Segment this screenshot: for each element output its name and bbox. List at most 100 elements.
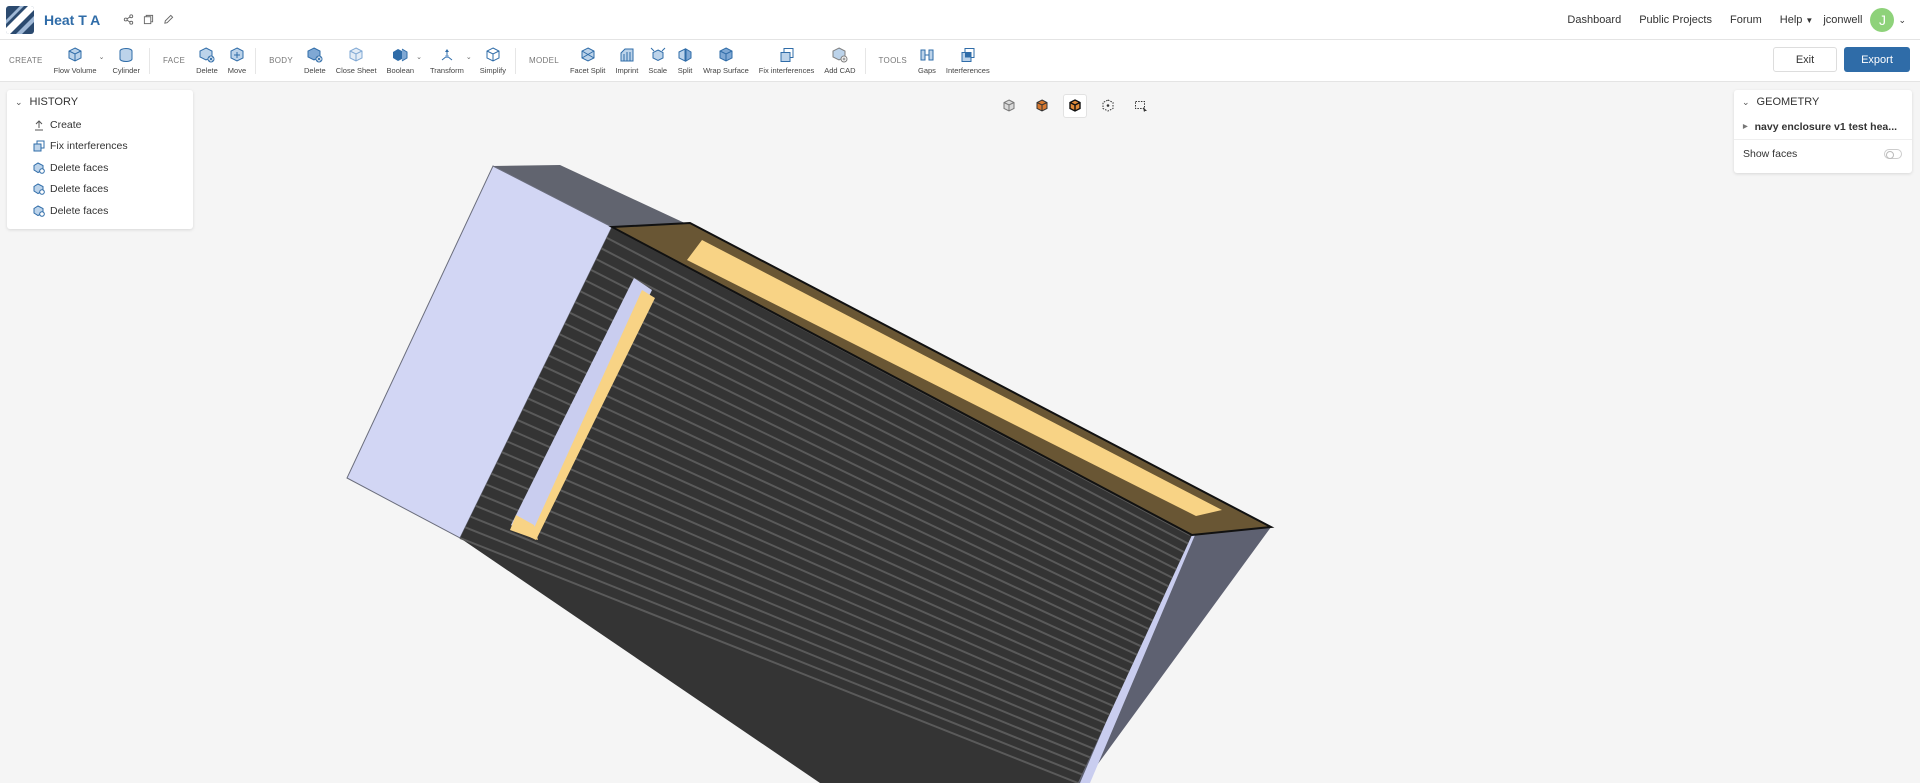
user-menu-chevron-icon[interactable]: ⌄ (1898, 15, 1906, 26)
solid-edges-cube-icon (1069, 99, 1081, 112)
add-cad-label: Add CAD (824, 65, 856, 75)
fix-interferences-label: Fix interferences (758, 65, 815, 75)
delete-faces-icon (33, 205, 45, 217)
fix-interferences-button[interactable]: Fix interferences (754, 47, 819, 75)
cylinder-label: Cylinder (112, 65, 140, 75)
3d-viewport[interactable] (0, 82, 1920, 783)
exit-button[interactable]: Exit (1773, 47, 1837, 72)
split-button[interactable]: Split (672, 47, 698, 75)
gaps-icon (920, 49, 934, 60)
history-item-delete-faces[interactable]: Delete faces (7, 200, 193, 222)
split-label: Split (677, 65, 693, 75)
fix-interferences-icon (780, 47, 794, 62)
wrap-surface-label: Wrap Surface (703, 65, 749, 75)
transform-icon (441, 48, 453, 60)
boolean-dropdown-icon[interactable]: ⌄ (416, 53, 422, 61)
facet-split-button[interactable]: Facet Split (565, 46, 610, 75)
wrap-surface-button[interactable]: Wrap Surface (698, 46, 754, 75)
chevron-down-icon: ▼ (1805, 15, 1814, 25)
face-delete-label: Delete (196, 65, 218, 75)
toolbar-divider (148, 47, 150, 74)
transform-label: Transform (429, 65, 464, 75)
gaps-label: Gaps (917, 65, 936, 75)
geometry-item[interactable]: ▶ navy enclosure v1 test hea... (1734, 114, 1912, 140)
simplify-label: Simplify (479, 65, 506, 75)
boolean-icon (393, 48, 408, 61)
history-item-label: Delete faces (50, 183, 109, 196)
face-move-button[interactable]: Move (223, 46, 251, 75)
cylinder-button[interactable]: Cylinder (107, 47, 145, 75)
history-item-delete-faces[interactable]: Delete faces (7, 157, 193, 179)
imprint-label: Imprint (615, 65, 639, 75)
geometry-title: GEOMETRY (1756, 96, 1820, 108)
box-select-button[interactable] (1129, 94, 1153, 118)
cylinder-icon (119, 47, 133, 62)
close-sheet-button[interactable]: Close Sheet (331, 46, 382, 75)
split-icon (678, 47, 692, 62)
transform-button[interactable]: Transform (425, 47, 469, 75)
face-delete-button[interactable]: Delete (191, 46, 223, 75)
top-bar: Heat T A Dashboard Public Projects Forum… (0, 0, 1920, 40)
delete-faces-icon (33, 183, 45, 196)
interferences-button[interactable]: Interferences (941, 47, 995, 75)
flow-volume-icon (68, 46, 82, 62)
imprint-button[interactable]: Imprint (610, 47, 643, 75)
geometry-item-label: navy enclosure v1 test hea... (1754, 120, 1898, 133)
history-item-label: Delete faces (50, 161, 109, 174)
history-item-label: Delete faces (50, 204, 109, 217)
simplify-button[interactable]: Simplify (475, 46, 511, 75)
edit-pencil-icon[interactable] (162, 14, 174, 26)
export-button[interactable]: Export (1844, 47, 1910, 72)
caret-right-icon[interactable]: ▶ (1743, 123, 1748, 130)
app-logo[interactable] (6, 5, 34, 34)
body-delete-button[interactable]: Delete (299, 46, 331, 75)
cad-model-render[interactable] (0, 82, 1920, 783)
close-sheet-icon (349, 46, 363, 62)
view-cube-icon (1003, 99, 1015, 112)
show-faces-toggle[interactable] (1884, 149, 1902, 159)
toolbar-divider (255, 47, 257, 74)
solid-view-button[interactable] (1030, 94, 1054, 118)
flow-volume-label: Flow Volume (53, 65, 97, 75)
face-delete-icon (199, 46, 215, 62)
upload-icon (33, 119, 45, 131)
gaps-button[interactable]: Gaps (913, 47, 941, 75)
history-item-delete-faces[interactable]: Delete faces (7, 179, 193, 201)
geometry-panel: ⌄ GEOMETRY ▶ navy enclosure v1 test hea.… (1734, 90, 1912, 173)
facet-split-label: Facet Split (569, 65, 606, 75)
interferences-label: Interferences (945, 65, 990, 75)
history-title: HISTORY (29, 96, 79, 108)
boolean-button[interactable]: Boolean (382, 47, 420, 75)
user-name[interactable]: jconwell (1823, 14, 1862, 26)
imprint-icon (620, 48, 634, 61)
geometry-header[interactable]: ⌄ GEOMETRY (1734, 90, 1912, 114)
transform-dropdown-icon[interactable]: ⌄ (466, 53, 472, 61)
flow-volume-button[interactable]: Flow Volume (49, 46, 102, 75)
group-label-tools: TOOLS (878, 56, 907, 65)
add-cad-button[interactable]: Add CAD (819, 46, 860, 75)
copy-icon[interactable] (142, 14, 154, 26)
solid-edges-view-button[interactable] (1063, 94, 1087, 118)
toolbar: CREATE Flow Volume ⌄ Cylinder FACE Delet… (0, 40, 1920, 82)
share-icon[interactable] (122, 14, 134, 26)
scale-button[interactable]: Scale (643, 47, 672, 75)
box-select-icon (1135, 101, 1147, 112)
history-panel: ⌄ HISTORY Create Fix interferences Delet… (7, 90, 193, 229)
history-item-create[interactable]: Create (7, 114, 193, 136)
nav-help[interactable]: Help ▼ (1780, 14, 1814, 26)
nav-forum[interactable]: Forum (1730, 14, 1762, 26)
nav-public-projects[interactable]: Public Projects (1639, 14, 1712, 26)
nav-dashboard[interactable]: Dashboard (1567, 14, 1621, 26)
body-delete-icon (307, 46, 323, 62)
history-item-fix-interferences[interactable]: Fix interferences (7, 136, 193, 158)
facet-split-icon (581, 46, 595, 62)
project-title[interactable]: Heat T A (44, 12, 100, 28)
toolbar-actions: Exit Export (1773, 47, 1910, 72)
scale-icon (650, 47, 666, 61)
history-header[interactable]: ⌄ HISTORY (7, 90, 193, 114)
avatar[interactable]: J (1870, 8, 1895, 32)
flow-volume-dropdown-icon[interactable]: ⌄ (99, 53, 105, 61)
view-cube-button[interactable] (997, 94, 1021, 118)
history-item-label: Create (50, 118, 82, 131)
wireframe-view-button[interactable] (1096, 94, 1120, 118)
